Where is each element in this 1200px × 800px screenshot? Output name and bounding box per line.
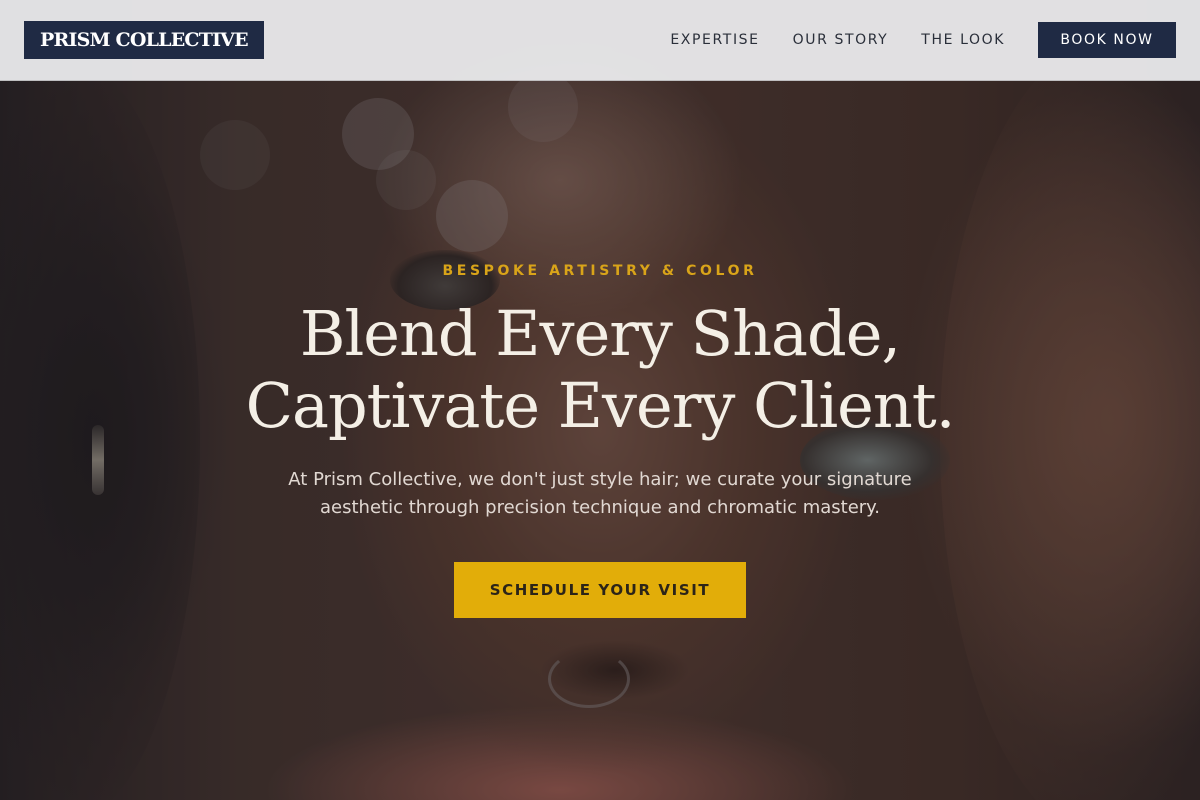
schedule-visit-button[interactable]: SCHEDULE YOUR VISIT [454,562,746,618]
hero-eyebrow: BESPOKE ARTISTRY & COLOR [442,263,758,279]
hero-headline: Blend Every Shade, Captivate Every Clien… [0,298,1200,442]
hero-content: BESPOKE ARTISTRY & COLOR Blend Every Sha… [0,0,1200,800]
hero-headline-line-1: Blend Every Shade, [299,297,901,370]
hero-headline-line-2: Captivate Every Client. [245,369,956,442]
hero-subtext: At Prism Collective, we don't just style… [288,469,912,518]
